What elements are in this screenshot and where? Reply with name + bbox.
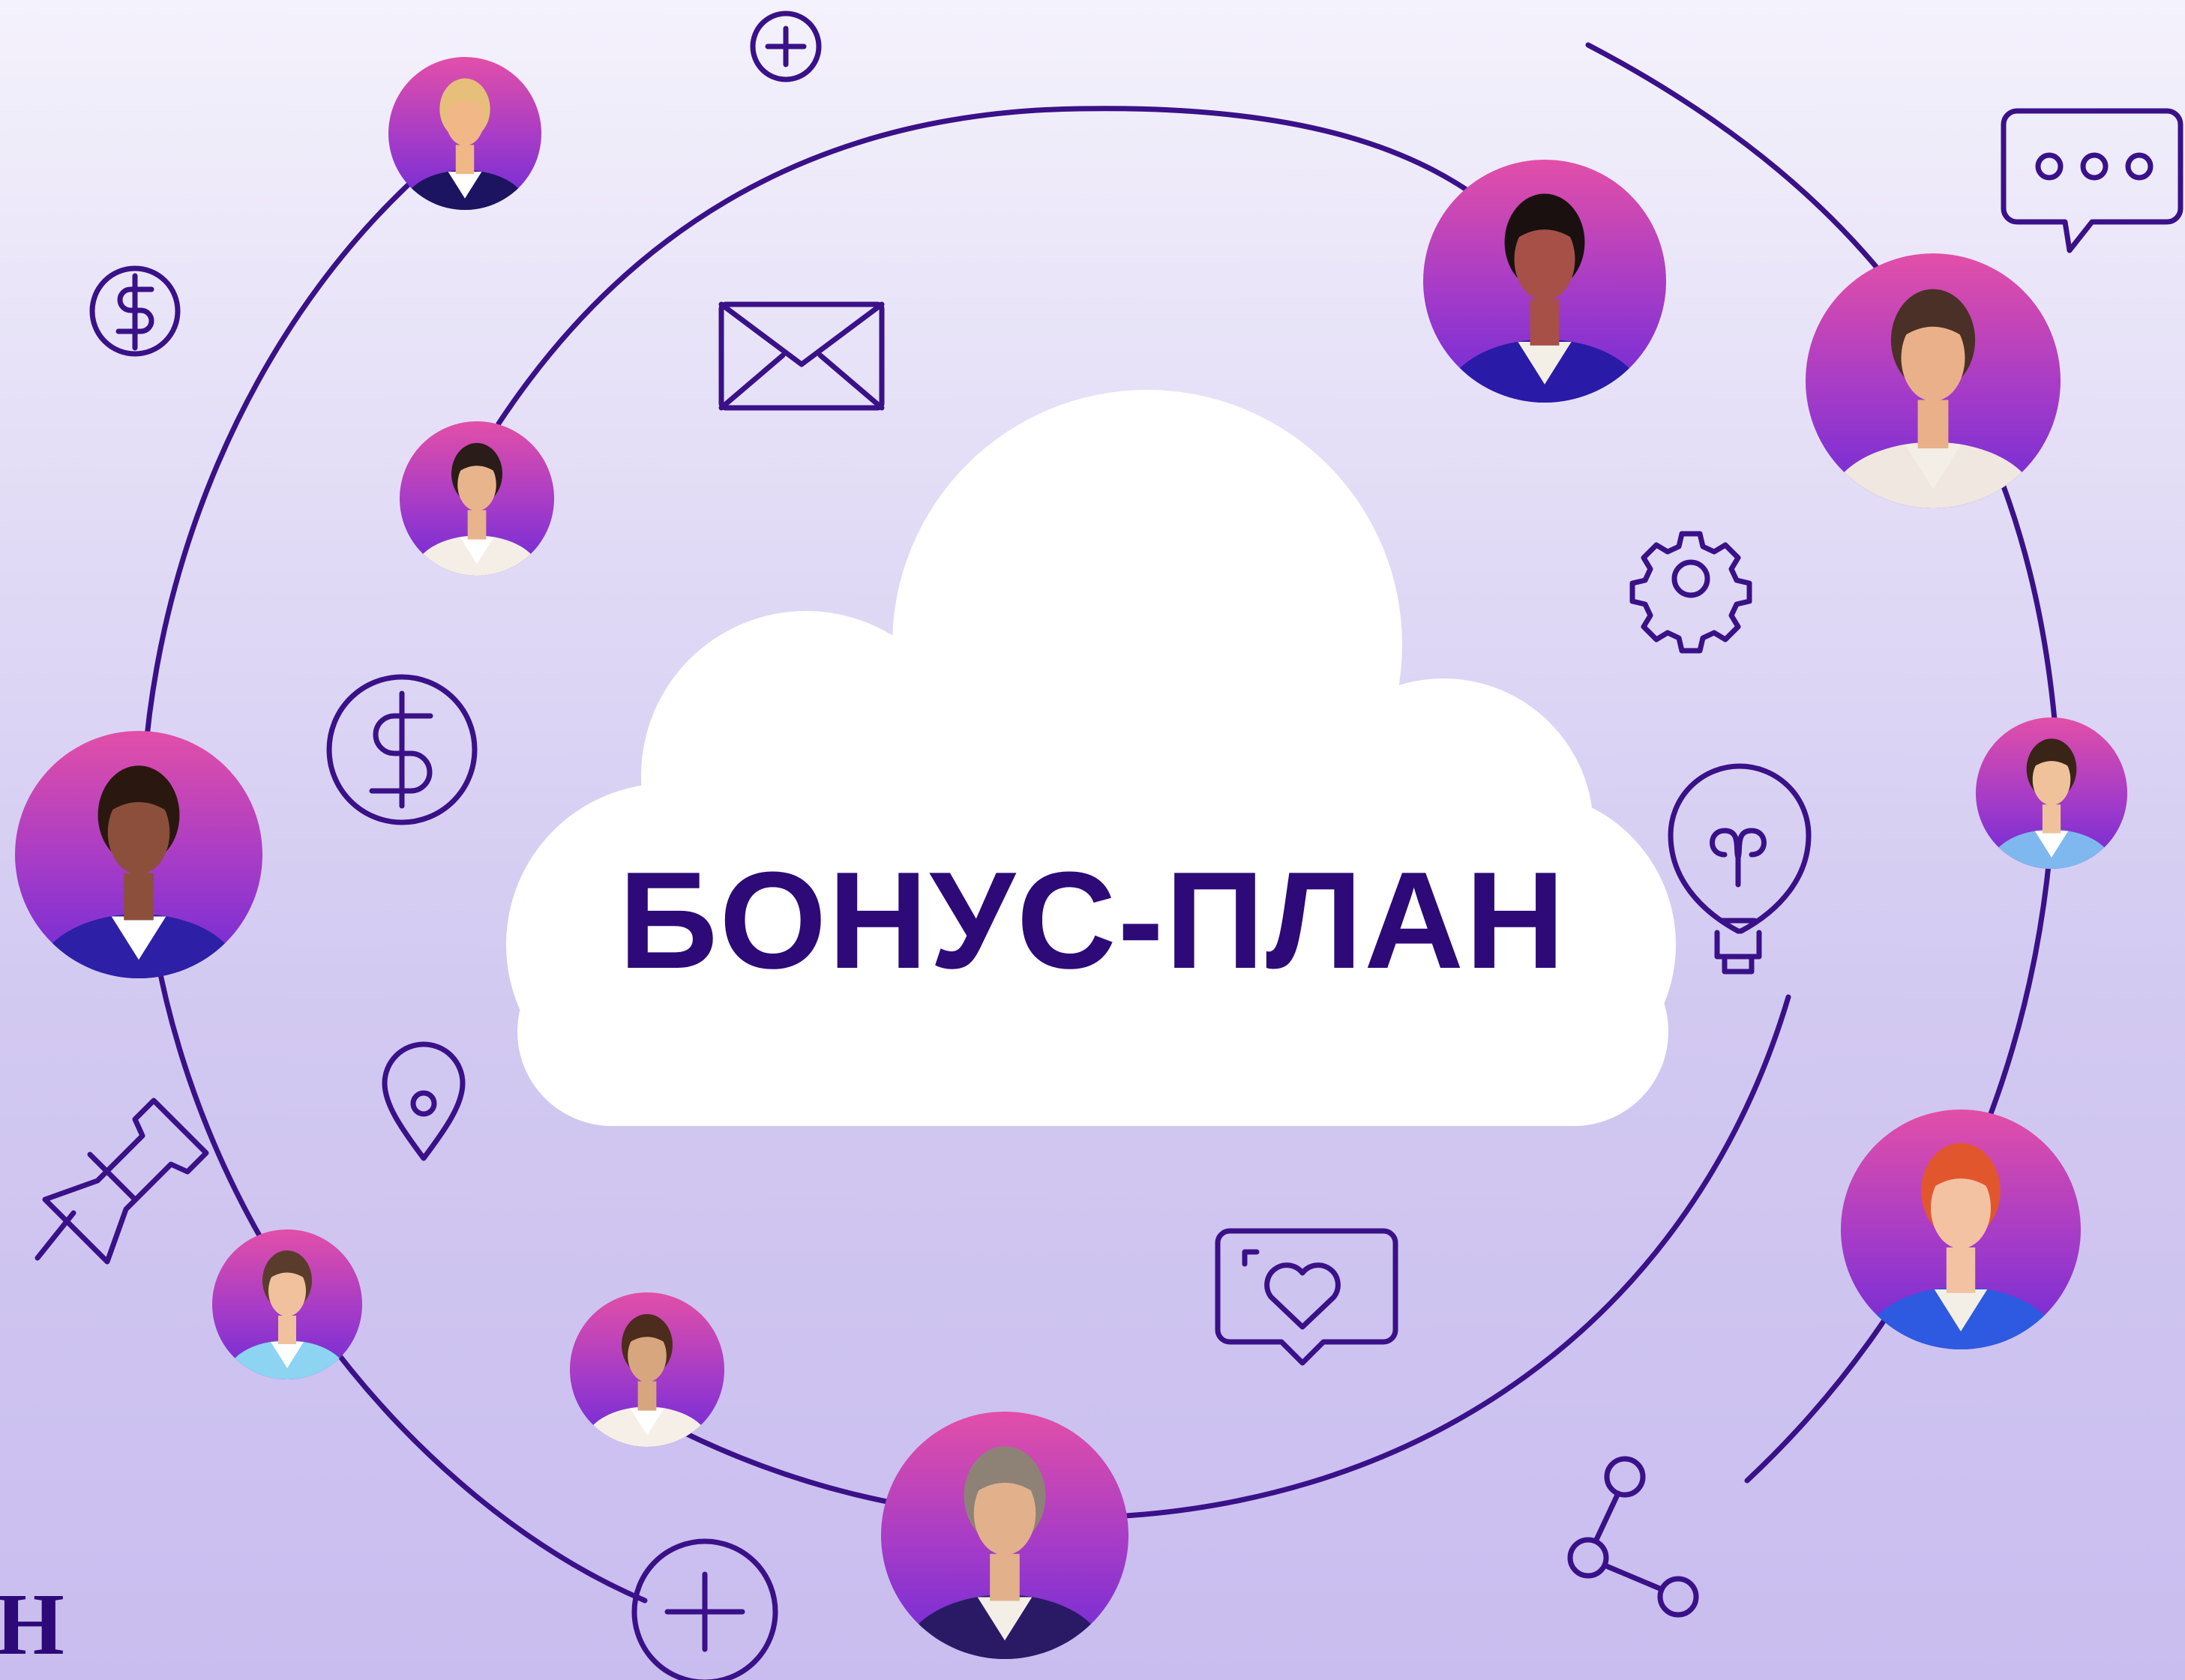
corner-text-fragment: Н	[0, 1575, 64, 1673]
network-illustration: БОНУС-ПЛАН Н	[0, 10, 2184, 1680]
slide-title: БОНУС-ПЛАН	[619, 843, 1566, 997]
